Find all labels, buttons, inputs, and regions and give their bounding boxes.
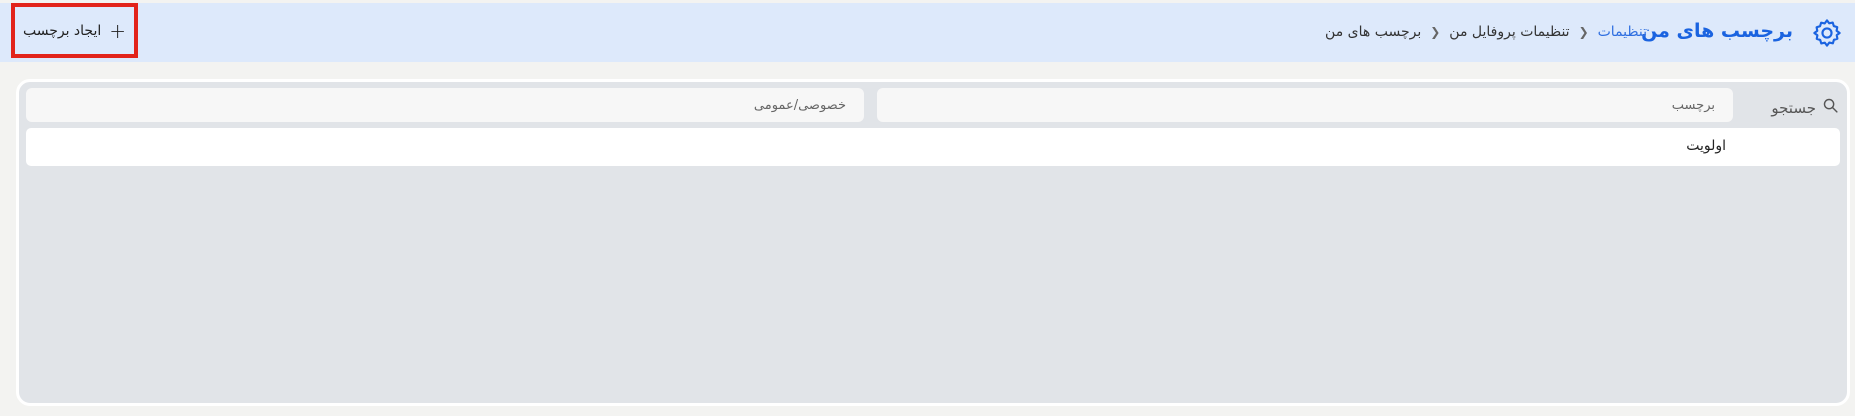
column-header-priority[interactable]: اولویت: [1686, 138, 1726, 154]
page-title: برچسب های من: [1641, 20, 1793, 42]
tag-search-input[interactable]: [877, 88, 1733, 122]
page-header: برچسب های من تنظیمات ❮ تنظیمات پروفایل م…: [0, 3, 1855, 62]
breadcrumb: تنظیمات ❮ تنظیمات پروفایل من ❮ برچسب های…: [1325, 24, 1647, 40]
table-header-row: اولویت: [26, 128, 1840, 166]
create-tag-button[interactable]: + ایجاد برچسب: [11, 3, 138, 58]
tags-panel: جستجو اولویت: [16, 79, 1850, 406]
breadcrumb-profile-settings[interactable]: تنظیمات پروفایل من: [1449, 24, 1569, 40]
plus-icon: +: [109, 18, 127, 43]
breadcrumb-settings-link[interactable]: تنظیمات: [1598, 24, 1647, 40]
search-icon: [1822, 97, 1839, 118]
search-label: جستجو: [1771, 98, 1816, 117]
chevron-left-icon: ❮: [1578, 25, 1589, 39]
search-label-group: جستجو: [1771, 97, 1839, 118]
privacy-filter-input[interactable]: [26, 88, 864, 122]
breadcrumb-current: برچسب های من: [1325, 24, 1422, 40]
create-tag-label: ایجاد برچسب: [22, 22, 102, 39]
chevron-left-icon: ❮: [1430, 25, 1441, 39]
gear-icon[interactable]: [1811, 17, 1843, 49]
